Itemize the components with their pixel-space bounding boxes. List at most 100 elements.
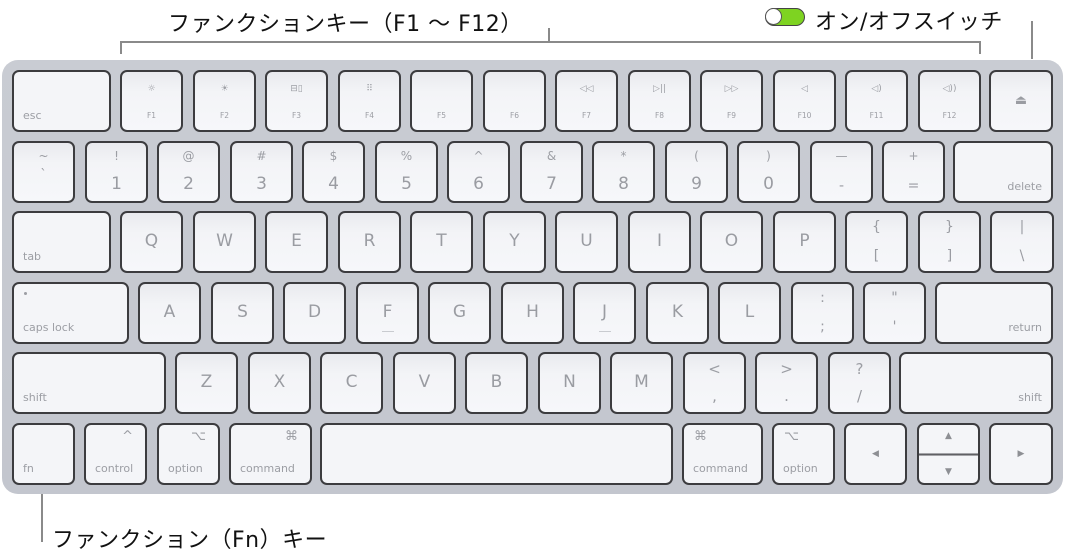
key-slash[interactable]: ? / [828, 352, 891, 414]
key-o[interactable]: O [700, 211, 763, 273]
key-label: O [724, 231, 739, 251]
key-m[interactable]: M [610, 352, 673, 414]
key-w[interactable]: W [193, 211, 256, 273]
key-x[interactable]: X [248, 352, 311, 414]
key-3[interactable]: #3 [230, 141, 293, 203]
key-f[interactable]: F [356, 282, 419, 344]
key-f11[interactable]: ◁) F11 [845, 70, 908, 132]
key-f2[interactable]: ☀ F2 [193, 70, 256, 132]
key-u[interactable]: U [555, 211, 618, 273]
up-arrow-icon: ▲ [945, 431, 952, 441]
key-f7[interactable]: ◁◁ F7 [555, 70, 618, 132]
key-semicolon[interactable]: :; [791, 282, 854, 344]
key-label: . [784, 387, 789, 405]
key-label: - [838, 178, 845, 194]
key-command-left[interactable]: ⌘ command [229, 423, 312, 485]
key-equals[interactable]: + = [882, 141, 945, 203]
key-label: H [526, 302, 539, 322]
key-period[interactable]: >. [755, 352, 818, 414]
key-j[interactable]: J [573, 282, 636, 344]
key-f10[interactable]: ◁ F10 [773, 70, 836, 132]
key-d[interactable]: D [283, 282, 346, 344]
key-6[interactable]: ^ 6 [447, 141, 510, 203]
key-esc[interactable]: esc [12, 70, 111, 132]
key-r[interactable]: R [338, 211, 401, 273]
key-caps-lock[interactable]: caps lock [12, 282, 129, 344]
key-i[interactable]: I [628, 211, 691, 273]
key-2[interactable]: @2 [157, 141, 220, 203]
key-delete[interactable]: delete [953, 141, 1053, 203]
key-return[interactable]: return [935, 282, 1053, 344]
key-z[interactable]: Z [175, 352, 238, 414]
key-f5[interactable]: F5 [410, 70, 473, 132]
key-left-bracket[interactable]: {[ [845, 211, 908, 273]
key-eject[interactable]: ⏏ [989, 70, 1053, 132]
key-control[interactable]: ^ control [84, 423, 147, 485]
key-f6[interactable]: F6 [483, 70, 546, 132]
key-backslash[interactable]: | \ [990, 211, 1054, 273]
key-f8[interactable]: ▷|| F8 [628, 70, 691, 132]
key-option-right[interactable]: ⌥ option [772, 423, 835, 485]
key-v[interactable]: V [393, 352, 456, 414]
key-label: F8 [654, 111, 665, 120]
control-icon: ^ [122, 429, 133, 444]
key-f3[interactable]: ⊟▯ F3 [265, 70, 328, 132]
key-quote[interactable]: " ' [863, 282, 926, 344]
key-f9[interactable]: ▷▷ F9 [700, 70, 763, 132]
key-g[interactable]: G [428, 282, 491, 344]
key-right-arrow[interactable]: ▶ [989, 423, 1053, 485]
key-tab[interactable]: tab [12, 211, 111, 273]
key-c[interactable]: C [320, 352, 383, 414]
key-b[interactable]: B [465, 352, 528, 414]
key-h[interactable]: H [501, 282, 564, 344]
key-comma[interactable]: <, [683, 352, 746, 414]
key-t[interactable]: T [410, 211, 473, 273]
key-9[interactable]: (9 [665, 141, 728, 203]
key-7[interactable]: & 7 [520, 141, 583, 203]
right-arrow-icon: ▶ [1017, 449, 1025, 459]
key-backtick[interactable]: ~ ` [12, 141, 75, 203]
key-s[interactable]: S [211, 282, 274, 344]
brightness-up-icon: ☀ [220, 84, 229, 94]
key-shift-right[interactable]: shift [899, 352, 1053, 414]
home-row-bump [598, 331, 611, 332]
key-a[interactable]: A [138, 282, 201, 344]
key-label: F9 [726, 111, 737, 120]
key-5[interactable]: % 5 [375, 141, 438, 203]
key-shift-left[interactable]: shift [12, 352, 166, 414]
key-space[interactable] [320, 423, 673, 485]
key-shift-label: ( [694, 149, 699, 163]
key-k[interactable]: K [646, 282, 709, 344]
key-f4[interactable]: ⠿ F4 [338, 70, 401, 132]
key-q[interactable]: Q [120, 211, 183, 273]
key-shift-label: > [780, 360, 793, 378]
key-shift-label: { [872, 219, 881, 235]
key-minus[interactable]: — - [810, 141, 873, 203]
key-l[interactable]: L [718, 282, 781, 344]
key-left-arrow[interactable]: ◀ [844, 423, 907, 485]
key-up-down-arrows[interactable]: ▲ ▼ [917, 423, 980, 485]
key-fn[interactable]: fn [12, 423, 75, 485]
key-command-right[interactable]: ⌘ command [682, 423, 763, 485]
command-icon: ⌘ [285, 429, 298, 444]
key-option-left[interactable]: ⌥ option [157, 423, 220, 485]
key-shift-label: + [908, 149, 919, 163]
key-y[interactable]: Y [483, 211, 546, 273]
key-8[interactable]: * 8 [592, 141, 655, 203]
key-n[interactable]: N [538, 352, 601, 414]
eject-icon: ⏏ [1014, 92, 1028, 108]
key-e[interactable]: E [265, 211, 328, 273]
key-label: 7 [546, 174, 557, 194]
key-1[interactable]: ! 1 [85, 141, 148, 203]
key-p[interactable]: P [773, 211, 836, 273]
key-label: W [216, 231, 233, 251]
key-f1[interactable]: ☼ F1 [120, 70, 183, 132]
key-right-bracket[interactable]: }] [918, 211, 981, 273]
key-label: ] [946, 248, 953, 264]
key-f12[interactable]: ◁)) F12 [918, 70, 981, 132]
key-0[interactable]: ) 0 [737, 141, 800, 203]
home-row-bump [381, 331, 394, 332]
key-shift-label: ? [855, 360, 864, 378]
key-4[interactable]: $4 [302, 141, 365, 203]
key-shift-label: # [256, 149, 267, 163]
